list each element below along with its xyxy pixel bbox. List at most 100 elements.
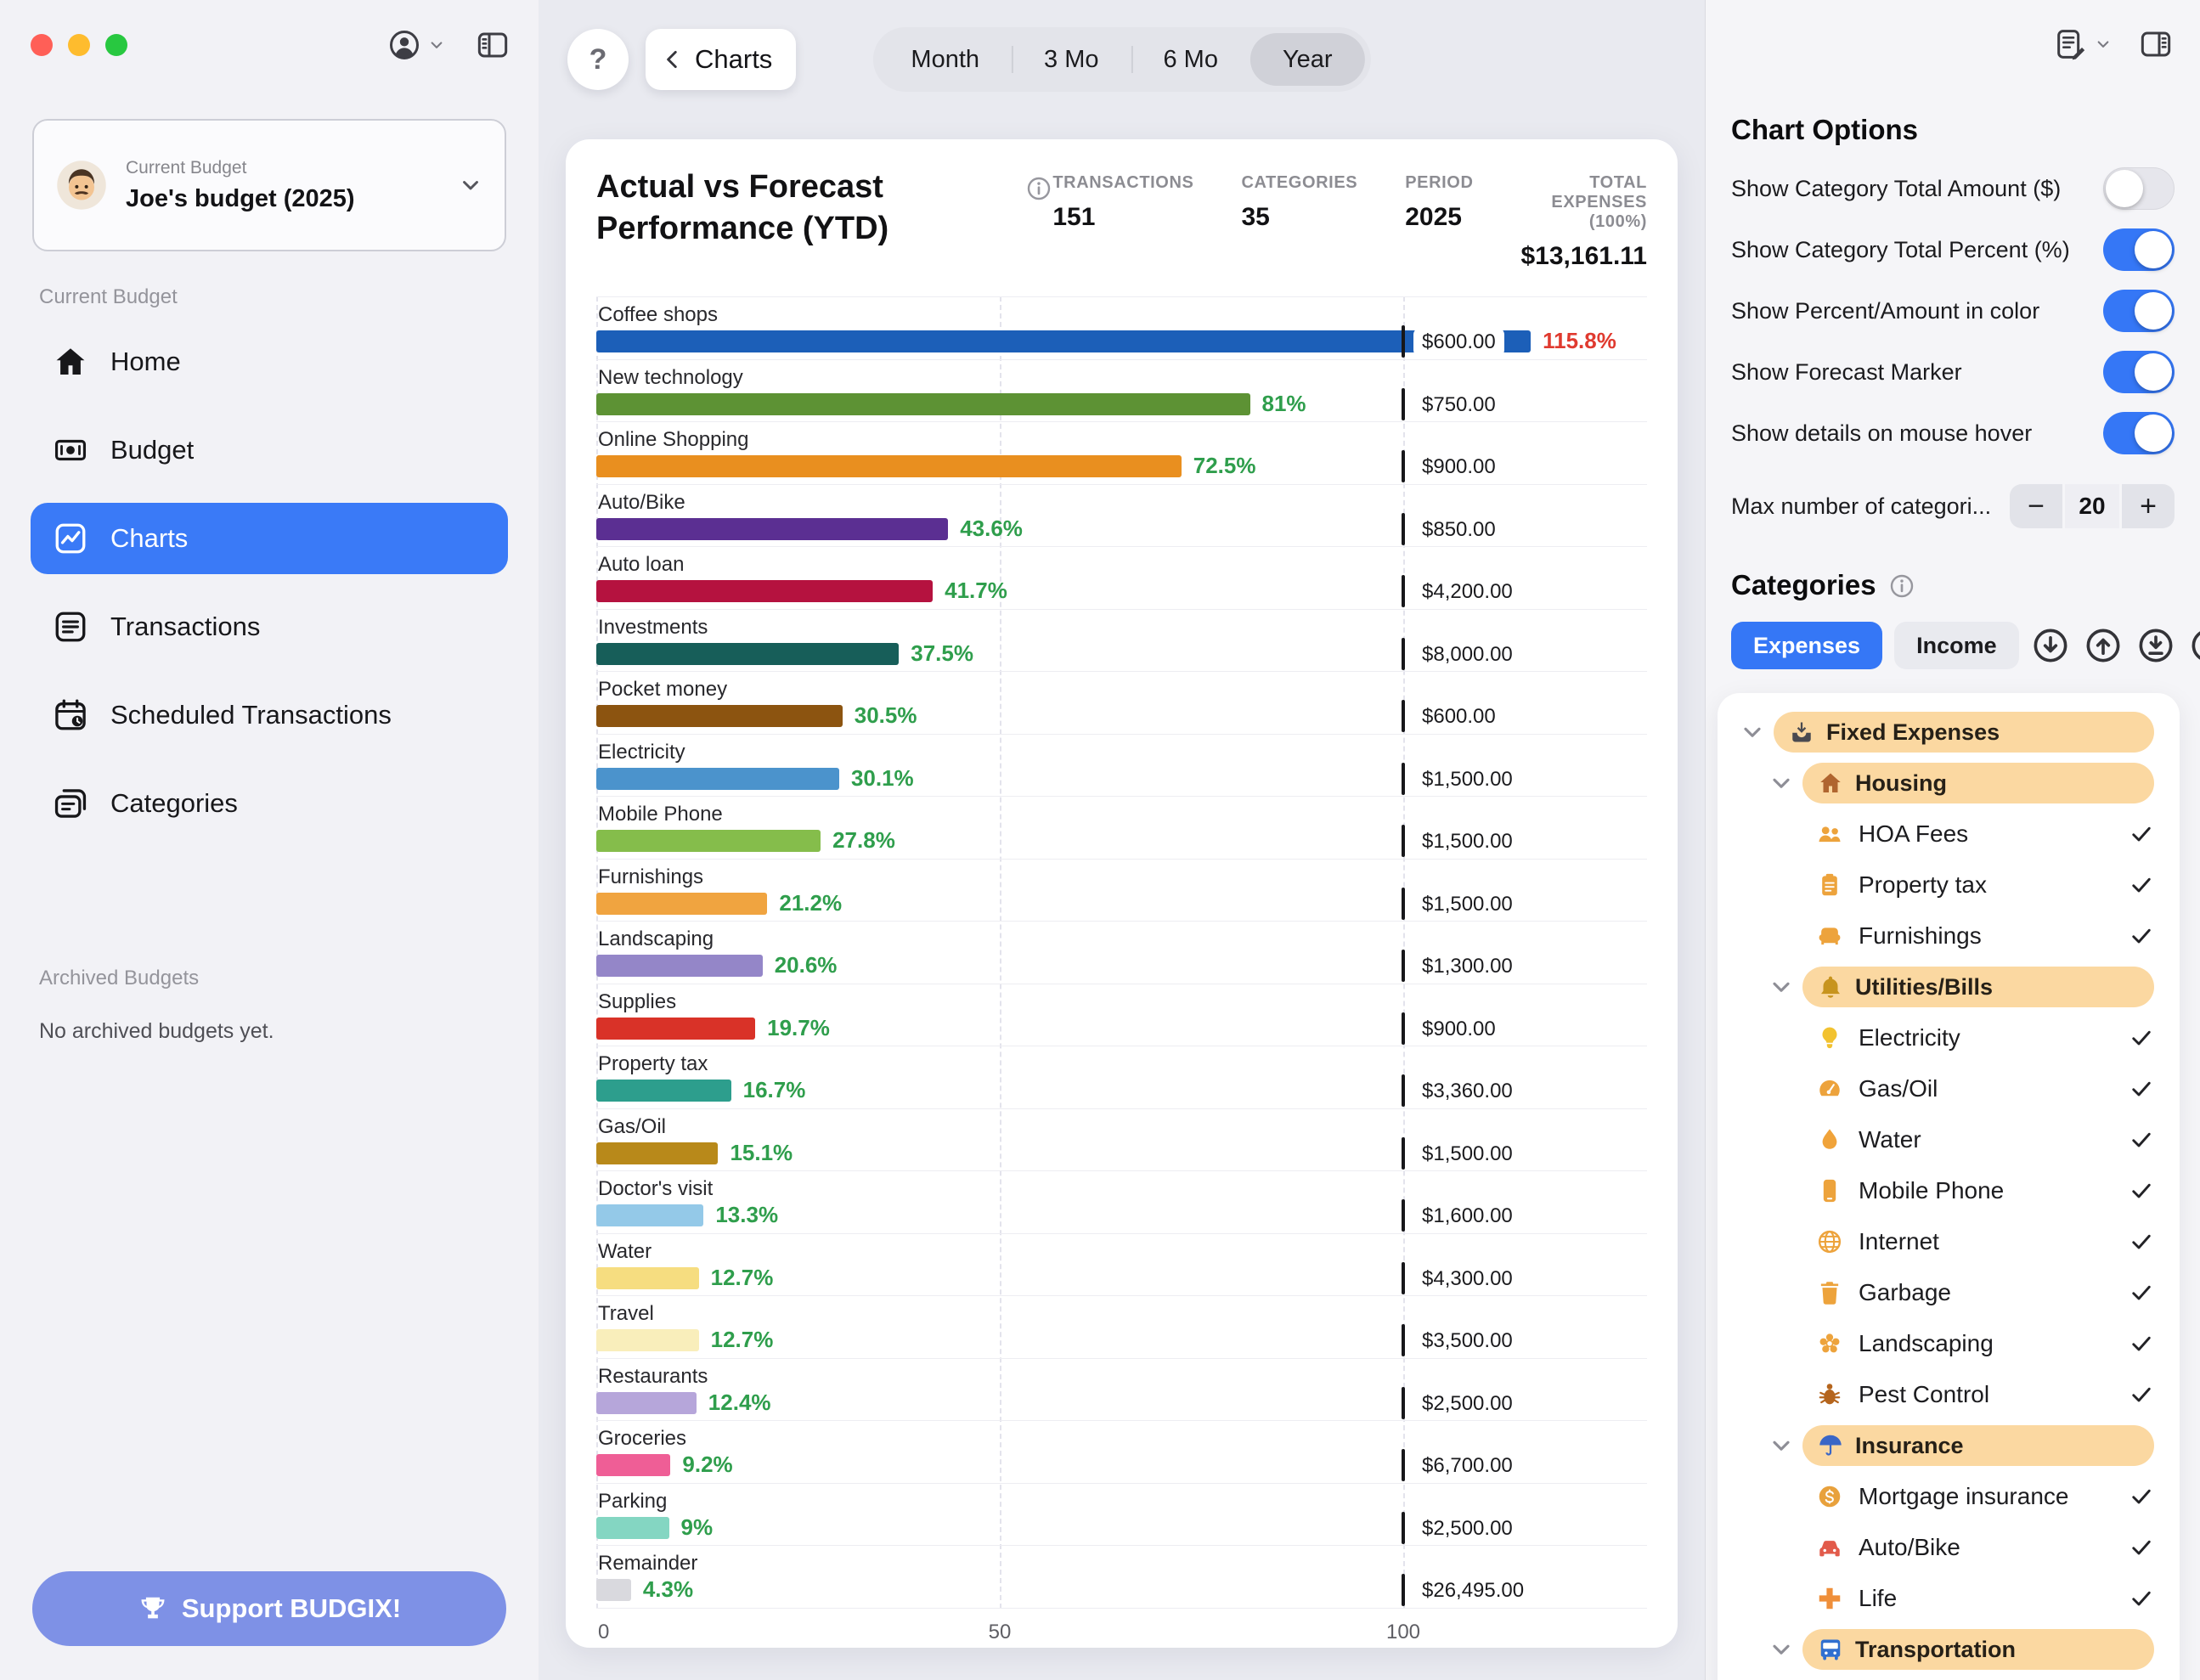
- forecast-amount: $600.00: [1413, 328, 1504, 357]
- category-property-tax[interactable]: Property tax: [1731, 860, 2166, 910]
- sidebar-item-transactions[interactable]: Transactions: [31, 591, 508, 662]
- chart-row-bar[interactable]: [596, 1579, 631, 1601]
- chart-settings-button[interactable]: [2054, 27, 2112, 61]
- category-hoa-fees[interactable]: HOA Fees: [1731, 809, 2166, 860]
- chart-row-bar[interactable]: [596, 1204, 703, 1226]
- info-icon[interactable]: [1025, 175, 1052, 202]
- category-water[interactable]: Water: [1731, 1114, 2166, 1165]
- sidebar-item-home[interactable]: Home: [31, 326, 508, 397]
- chart-row-bar[interactable]: [596, 330, 1531, 352]
- category-auto-bike[interactable]: Auto/Bike: [1731, 1522, 2166, 1573]
- chart-row-category: New technology: [598, 366, 743, 390]
- chevron-down-icon[interactable]: [1740, 719, 1765, 745]
- chevron-down-icon[interactable]: [1768, 770, 1794, 796]
- sidebar-item-categories[interactable]: Categories: [31, 768, 508, 839]
- chart-row-bar[interactable]: [596, 393, 1250, 415]
- chart-row-bar[interactable]: [596, 893, 767, 915]
- category-mortgage-insurance[interactable]: Mortgage insurance: [1731, 1471, 2166, 1522]
- chevron-down-icon[interactable]: [1768, 1433, 1794, 1458]
- chart-row-percent: 41.7%: [945, 578, 1007, 604]
- category-garbage[interactable]: Garbage: [1731, 1267, 2166, 1318]
- chart-row-bar[interactable]: [596, 768, 839, 790]
- chart-row-bar[interactable]: [596, 1018, 755, 1040]
- period-tab-year[interactable]: Year: [1250, 33, 1365, 86]
- sidebar-item-charts[interactable]: Charts: [31, 503, 508, 574]
- max-categories-label: Max number of categori...: [1731, 493, 1991, 520]
- chart-row-bar[interactable]: [596, 1329, 699, 1351]
- minimize-button[interactable]: [68, 34, 90, 56]
- forecast-amount: $1,500.00: [1413, 827, 1521, 856]
- chart-row-bar[interactable]: [596, 830, 821, 852]
- category-electricity[interactable]: Electricity: [1731, 1012, 2166, 1063]
- chart-row-bar[interactable]: [596, 518, 948, 540]
- check-icon: [2129, 1382, 2154, 1407]
- support-budgix-button[interactable]: Support BUDGIX!: [32, 1571, 506, 1646]
- category-mobile-phone[interactable]: Mobile Phone: [1731, 1165, 2166, 1216]
- forecast-marker: [1402, 1012, 1405, 1045]
- sidebar-item-budget[interactable]: Budget: [31, 414, 508, 486]
- toggle-sidebar-button[interactable]: [476, 28, 510, 62]
- toggle-show-category-total-amount[interactable]: [2103, 167, 2175, 210]
- chart-row-property-tax: Property tax $3,360.00 16.7%: [596, 1046, 1647, 1109]
- toggle-right-panel-button[interactable]: [2139, 27, 2173, 61]
- category-pest-control[interactable]: Pest Control: [1731, 1369, 2166, 1420]
- toggle-show-category-total-percent[interactable]: [2103, 228, 2175, 271]
- chart-row-bar[interactable]: [596, 643, 899, 665]
- help-button[interactable]: ?: [567, 29, 629, 90]
- forecast-amount: $900.00: [1413, 453, 1504, 482]
- flower-icon: [1816, 1330, 1843, 1357]
- category-landscaping[interactable]: Landscaping: [1731, 1318, 2166, 1369]
- toggle-show-details-on-mouse-hover[interactable]: [2103, 412, 2175, 454]
- chart-row-bar[interactable]: [596, 1392, 697, 1414]
- chart-row-online-shopping: Online Shopping $900.00 72.5%: [596, 422, 1647, 485]
- category-group-utilities-bills: Utilities/Bills: [1731, 961, 2166, 1012]
- stepper-plus-button[interactable]: +: [2122, 484, 2175, 528]
- chart-row-bar[interactable]: [596, 1454, 670, 1476]
- forecast-amount: $4,200.00: [1413, 578, 1521, 606]
- chart-row-bar[interactable]: [596, 1080, 731, 1102]
- category-gas-oil[interactable]: Gas/Oil: [1731, 1063, 2166, 1114]
- forecast-amount: $6,700.00: [1413, 1452, 1521, 1480]
- arrow-up-line-circle-button[interactable]: [2189, 624, 2200, 667]
- chart-row-bar[interactable]: [596, 1142, 718, 1164]
- category-group-pill[interactable]: Fixed Expenses: [1774, 712, 2154, 753]
- tab-expenses[interactable]: Expenses: [1731, 622, 1882, 669]
- sidebar-item-scheduled-transactions[interactable]: Scheduled Transactions: [31, 679, 508, 751]
- category-life[interactable]: Life: [1731, 1573, 2166, 1624]
- period-tab-month[interactable]: Month: [878, 33, 1012, 86]
- back-button-label: Charts: [695, 44, 772, 75]
- tab-income[interactable]: Income: [1894, 622, 2019, 669]
- account-menu-button[interactable]: [387, 28, 445, 62]
- stepper-minus-button[interactable]: −: [2010, 484, 2062, 528]
- toggle-show-percent-amount-in-color[interactable]: [2103, 290, 2175, 332]
- period-tab-6-mo[interactable]: 6 Mo: [1131, 33, 1250, 86]
- chart-row-bar[interactable]: [596, 705, 843, 727]
- chevron-down-icon[interactable]: [1768, 974, 1794, 1000]
- category-group-pill[interactable]: Insurance: [1802, 1425, 2154, 1466]
- zoom-button[interactable]: [105, 34, 127, 56]
- section-label-current-budget: Current Budget: [39, 285, 539, 309]
- globe-icon: [1816, 1228, 1843, 1255]
- category-group-pill[interactable]: Housing: [1802, 763, 2154, 803]
- arrow-down-line-circle-button[interactable]: [2136, 624, 2179, 667]
- chart-row-bar[interactable]: [596, 455, 1182, 477]
- arrow-down-circle-button[interactable]: [2031, 624, 2073, 667]
- category-group-pill[interactable]: Utilities/Bills: [1802, 967, 2154, 1007]
- budget-selector[interactable]: Current Budget Joe's budget (2025): [32, 119, 506, 251]
- arrow-up-circle-button[interactable]: [2084, 624, 2126, 667]
- close-button[interactable]: [31, 34, 53, 56]
- chart-row-bar[interactable]: [596, 1517, 669, 1539]
- toggle-show-forecast-marker[interactable]: [2103, 351, 2175, 393]
- info-icon[interactable]: [1888, 572, 1915, 600]
- chart-row-bar[interactable]: [596, 955, 763, 977]
- forecast-marker: [1402, 1449, 1405, 1481]
- chart-row-bar[interactable]: [596, 580, 933, 602]
- back-to-charts-button[interactable]: Charts: [646, 29, 796, 90]
- category-internet[interactable]: Internet: [1731, 1216, 2166, 1267]
- chart-row-category: Coffee shops: [598, 303, 718, 327]
- period-tab-3-mo[interactable]: 3 Mo: [1012, 33, 1131, 86]
- category-furnishings[interactable]: Furnishings: [1731, 910, 2166, 961]
- chevron-down-icon[interactable]: [1768, 1637, 1794, 1662]
- category-group-pill[interactable]: Transportation: [1802, 1629, 2154, 1670]
- chart-row-bar[interactable]: [596, 1267, 699, 1289]
